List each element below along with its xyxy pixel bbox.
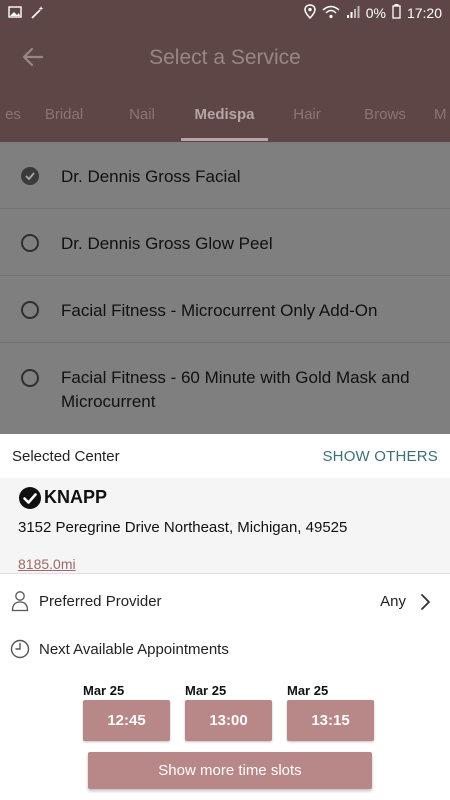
radio-icon[interactable] bbox=[21, 234, 39, 252]
radio-checked-icon[interactable] bbox=[21, 167, 39, 185]
next-available-row: Next Available Appointments bbox=[0, 630, 450, 670]
check-circle-icon bbox=[18, 486, 42, 510]
slot-date: Mar 25 bbox=[83, 683, 125, 698]
magic-wand-icon bbox=[30, 5, 44, 24]
tab-nail[interactable]: Nail bbox=[103, 106, 181, 123]
radio-icon[interactable] bbox=[21, 301, 39, 319]
location-icon bbox=[303, 4, 316, 22]
service-label: Facial Fitness - 60 Minute with Gold Mas… bbox=[61, 368, 410, 411]
tab-hair[interactable]: Hair bbox=[268, 106, 346, 123]
center-name: KNAPP bbox=[44, 487, 108, 507]
tab-partial-right[interactable]: M bbox=[434, 106, 450, 123]
battery-icon bbox=[392, 4, 401, 22]
service-item[interactable]: Facial Fitness - Microcurrent Only Add-O… bbox=[0, 276, 450, 343]
center-address: 3152 Peregrine Drive Northeast, Michigan… bbox=[18, 519, 348, 536]
slot-date: Mar 25 bbox=[287, 683, 329, 698]
preferred-provider-label: Preferred Provider bbox=[39, 593, 162, 610]
next-available-label: Next Available Appointments bbox=[39, 641, 229, 658]
preferred-provider-row[interactable]: Preferred Provider Any bbox=[0, 574, 450, 630]
clock-icon bbox=[10, 639, 30, 659]
tab-medispa[interactable]: Medispa bbox=[181, 106, 268, 123]
tab-brows[interactable]: Brows bbox=[346, 106, 424, 123]
service-label: Dr. Dennis Gross Glow Peel bbox=[61, 234, 273, 253]
wifi-icon bbox=[322, 5, 340, 22]
status-time: 17:20 bbox=[406, 5, 442, 21]
image-icon bbox=[8, 5, 22, 24]
time-slot-button[interactable]: 13:00 bbox=[185, 700, 272, 741]
service-item[interactable]: Dr. Dennis Gross Facial bbox=[0, 142, 450, 209]
status-bar: 0% 17:20 bbox=[0, 0, 450, 28]
slot-date: Mar 25 bbox=[185, 683, 227, 698]
preferred-provider-value: Any bbox=[380, 593, 406, 610]
tab-bridal[interactable]: Bridal bbox=[25, 106, 103, 123]
sheet-header: Selected Center SHOW OTHERS bbox=[0, 434, 450, 478]
category-tabs: es Bridal Nail Medispa Hair Brows M bbox=[0, 98, 450, 142]
service-label: Dr. Dennis Gross Facial bbox=[61, 167, 241, 186]
selected-center-sheet: Selected Center SHOW OTHERS KNAPP 3152 P… bbox=[0, 434, 450, 800]
tab-partial-left[interactable]: es bbox=[0, 106, 28, 123]
service-label: Facial Fitness - Microcurrent Only Add-O… bbox=[61, 301, 378, 320]
page-title: Select a Service bbox=[149, 46, 301, 69]
center-card[interactable]: KNAPP 3152 Peregrine Drive Northeast, Mi… bbox=[0, 478, 450, 574]
active-tab-indicator bbox=[181, 138, 268, 141]
app-bar: Select a Service es Bridal Nail Medispa … bbox=[0, 28, 450, 142]
show-more-slots-button[interactable]: Show more time slots bbox=[88, 752, 372, 789]
chevron-right-icon bbox=[418, 593, 432, 611]
time-slot-button[interactable]: 12:45 bbox=[83, 700, 170, 741]
radio-icon[interactable] bbox=[21, 369, 39, 387]
person-icon bbox=[11, 590, 29, 612]
service-list: Dr. Dennis Gross Facial Dr. Dennis Gross… bbox=[0, 142, 450, 434]
battery-percent: 0% bbox=[365, 5, 386, 21]
center-distance-link[interactable]: 8185.0mi bbox=[18, 556, 76, 572]
service-item[interactable]: Facial Fitness - 60 Minute with Gold Mas… bbox=[0, 343, 450, 434]
show-others-button[interactable]: SHOW OTHERS bbox=[322, 448, 438, 465]
service-item[interactable]: Dr. Dennis Gross Glow Peel bbox=[0, 209, 450, 276]
time-slot-button[interactable]: 13:15 bbox=[287, 700, 374, 741]
sheet-title: Selected Center bbox=[12, 448, 120, 465]
signal-icon bbox=[346, 5, 360, 22]
